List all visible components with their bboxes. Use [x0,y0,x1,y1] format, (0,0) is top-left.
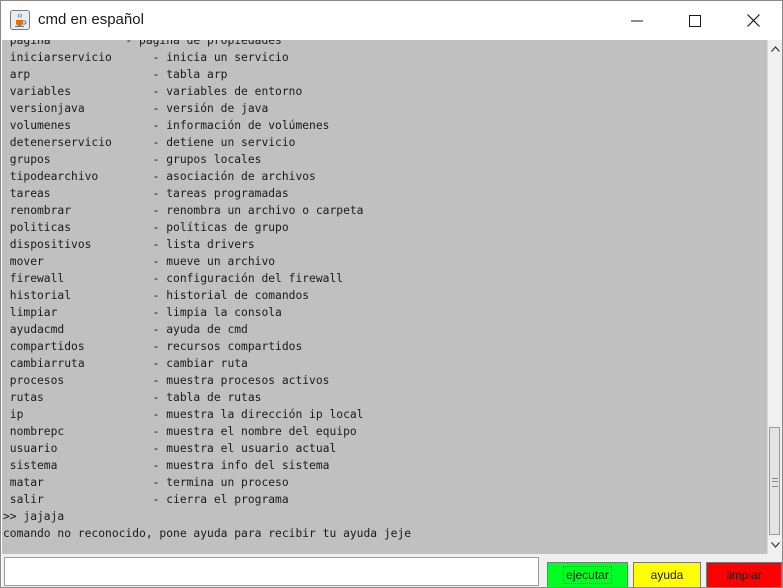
console-line: rutas - tabla de rutas [3,391,262,404]
command-bar: ejecutar ayuda limpiar [2,554,782,587]
console-line: salir - cierra el programa [3,493,289,506]
console-line: renombrar - renombra un archivo o carpet… [3,204,364,217]
console-line: usuario - muestra el usuario actual [3,442,337,455]
console-line: tipodearchivo - asociación de archivos [3,170,316,183]
console-line: cambiarruta - cambiar ruta [3,357,248,370]
console-line: dispositivos - lista drivers [3,238,255,251]
console-line: iniciarservicio - inicia un servicio [3,51,289,64]
console-line: pagina - pagina de propiedades [3,40,282,47]
console-line: grupos - grupos locales [3,153,262,166]
arrow-up-icon [771,46,780,52]
console-text: pagina - pagina de propiedades iniciarse… [3,40,411,542]
console-line: mover - mueve un archivo [3,255,276,268]
console-line: tareas - tareas programadas [3,187,289,200]
window-title: cmd en español [38,11,144,28]
title-bar[interactable]: cmd en español [1,1,782,40]
close-button[interactable] [724,1,782,40]
ejecutar-button[interactable]: ejecutar [547,562,628,587]
console-line: procesos - muestra procesos activos [3,374,330,387]
scroll-up-button[interactable] [768,41,782,57]
ayuda-button[interactable]: ayuda [633,562,701,587]
console-scrollbar[interactable] [767,40,782,554]
scroll-grip-icon [772,478,778,487]
console-line: >> jajaja [3,510,65,523]
limpiar-button[interactable]: limpiar [706,562,782,587]
close-icon [746,14,760,27]
console-line: arp - tabla arp [3,68,228,81]
console-line: firewall - configuración del firewall [3,272,344,285]
console-output[interactable]: pagina - pagina de propiedades iniciarse… [2,40,767,554]
console-line: matar - termina un proceso [3,476,289,489]
app-window: cmd en español pagina - pagina de propie… [0,0,783,588]
arrow-down-icon [771,542,780,548]
console-line: politicas - políticas de grupo [3,221,289,234]
console-line: volumenes - información de volúmenes [3,119,330,132]
command-input[interactable] [4,557,539,586]
scroll-down-button[interactable] [768,537,782,553]
console-line: detenerservicio - detiene un servicio [3,136,296,149]
scroll-thumb[interactable] [769,427,780,535]
console-line: compartidos - recursos compartidos [3,340,303,353]
minimize-button[interactable] [608,1,666,40]
console-line: ip - muestra la dirección ip local [3,408,364,421]
console-line: nombrepc - muestra el nombre del equipo [3,425,357,438]
ejecutar-label: ejecutar [563,566,612,584]
maximize-icon [689,14,701,27]
console-line: ayudacmd - ayuda de cmd [3,323,248,336]
console-line: sistema - muestra info del sistema [3,459,330,472]
console-line: limpiar - limpia la consola [3,306,282,319]
console-line: comando no reconocido, pone ayuda para r… [3,527,412,540]
maximize-button[interactable] [666,1,724,40]
console-line: historial - historial de comandos [3,289,310,302]
console-line: versionjava - versión de java [3,102,269,115]
java-cup-icon [10,10,30,30]
console-line: variables - variables de entorno [3,85,303,98]
minimize-icon [631,20,643,21]
